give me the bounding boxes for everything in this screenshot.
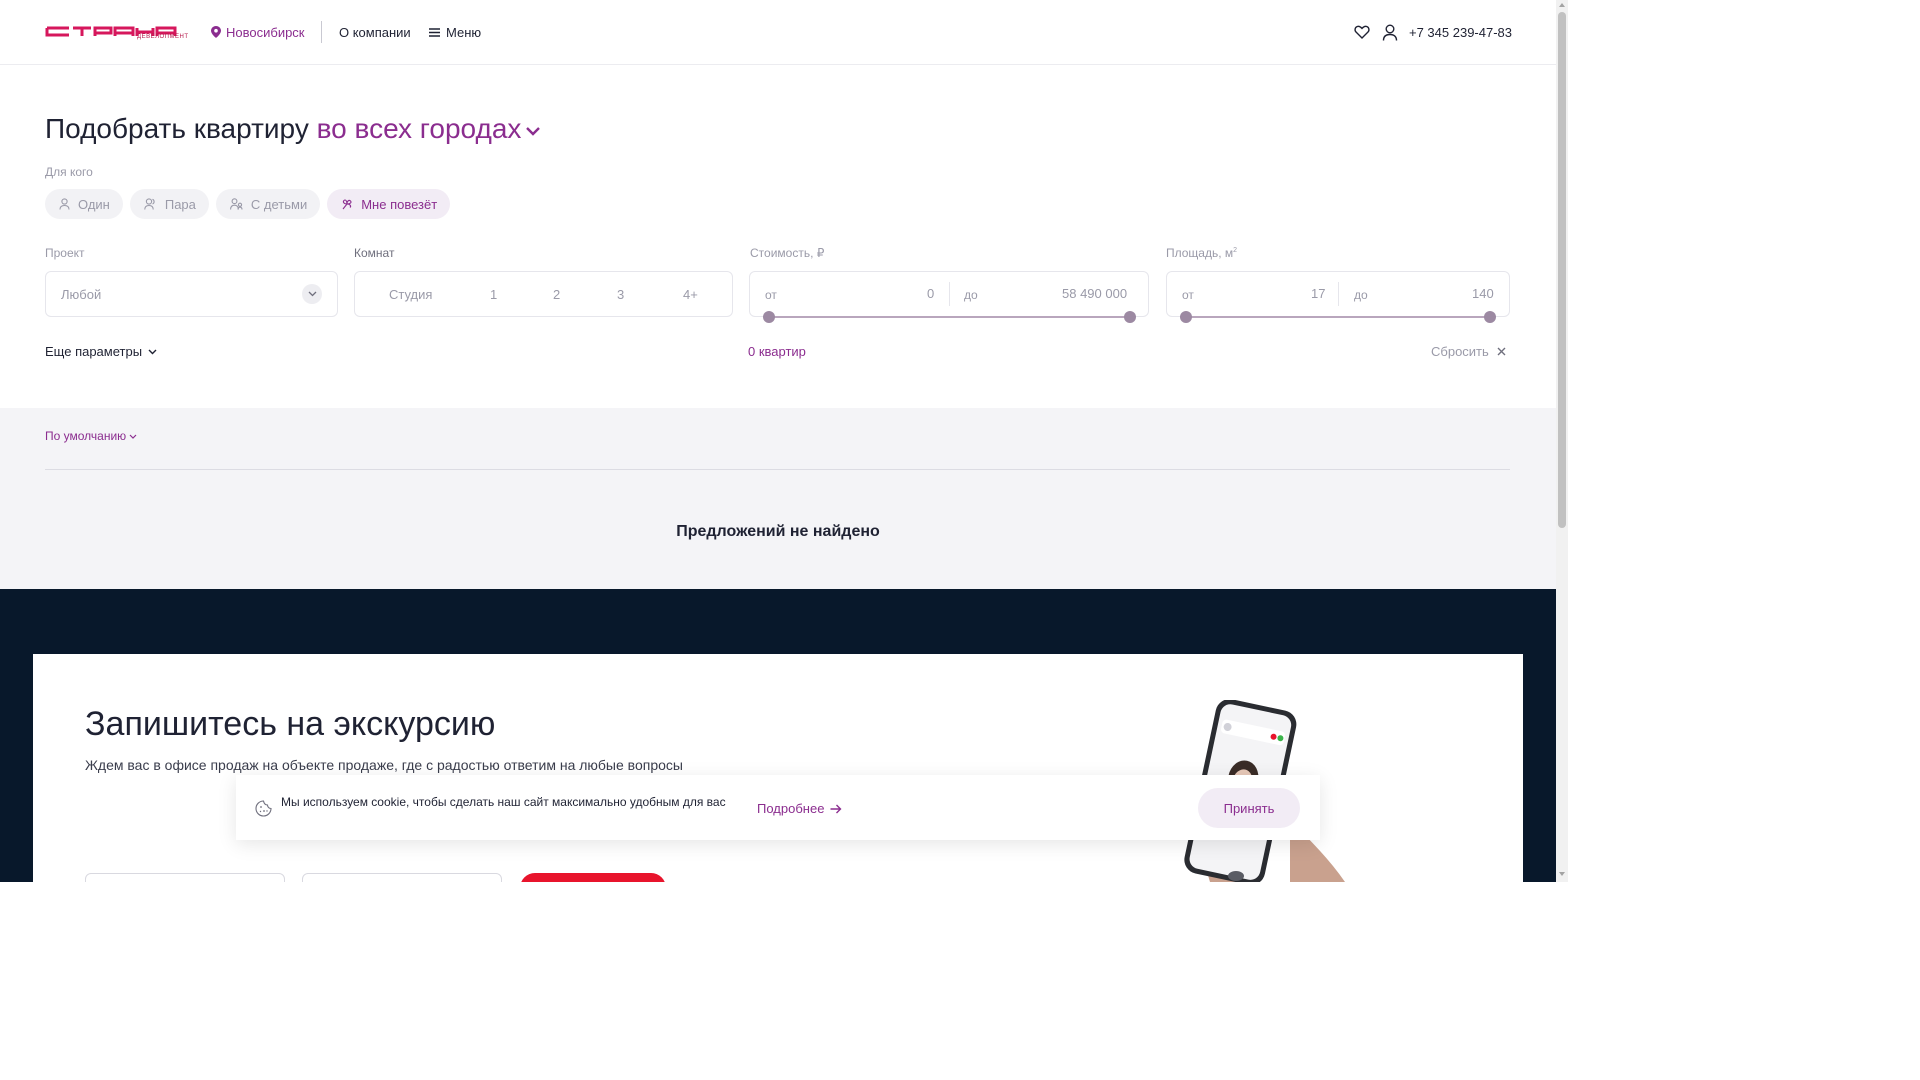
chip-single[interactable]: Один: [45, 189, 123, 219]
form-phone-field[interactable]: [302, 873, 502, 882]
project-select[interactable]: Любой: [45, 271, 338, 317]
family-icon: [229, 198, 243, 210]
area-range: от 17 до 140: [1166, 271, 1510, 317]
price-slider-track[interactable]: [769, 316, 1130, 318]
sort-dropdown[interactable]: По умолчанию: [45, 429, 137, 443]
arrow-right-icon: [830, 804, 842, 813]
scroll-down-arrow-icon[interactable]: [1559, 872, 1565, 876]
price-slider-max-handle[interactable]: [1124, 311, 1136, 323]
rooms-label: Комнат: [354, 246, 395, 260]
price-to-label: до: [964, 288, 978, 302]
room-option-3[interactable]: 3: [617, 287, 624, 302]
clover-icon: [342, 199, 352, 210]
excursion-subtitle: Ждем вас в офисе продаж на объекте прода…: [85, 757, 683, 773]
price-from-label: от: [765, 288, 777, 302]
cookie-icon: [255, 800, 272, 817]
city-label: Новосибирск: [226, 24, 305, 40]
person-icon: [59, 198, 70, 210]
nav-about-link[interactable]: О компании: [339, 25, 411, 40]
cookie-accept-button[interactable]: Принять: [1198, 788, 1300, 828]
menu-label: Меню: [446, 25, 482, 40]
chip-label: Мне повезёт: [361, 196, 438, 212]
form-submit-button[interactable]: [520, 873, 666, 882]
chip-lucky[interactable]: Мне повезёт: [327, 189, 451, 219]
location-pin-icon: [211, 26, 221, 38]
page-title: Подобрать квартиру во всех городах: [45, 113, 541, 145]
empty-results-message: Предложений не найдено: [676, 523, 880, 540]
area-slider-track[interactable]: [1186, 316, 1490, 318]
page-scrollbar[interactable]: [1556, 0, 1568, 882]
couple-icon: [144, 198, 155, 210]
hamburger-icon: [429, 28, 440, 37]
price-from-input[interactable]: 0: [927, 286, 934, 301]
chevron-down-icon: [129, 434, 137, 439]
price-to-input[interactable]: 58 490 000: [1062, 286, 1127, 301]
city-scope-label: во всех городах: [316, 113, 522, 144]
scrollbar-thumb[interactable]: [1558, 12, 1566, 528]
logo[interactable]: [45, 23, 185, 43]
chevron-down-icon: [308, 291, 316, 297]
form-name-field[interactable]: [85, 873, 285, 882]
area-label-text: Площадь, м: [1166, 246, 1234, 260]
price-label: Стоимость, ₽: [750, 246, 825, 260]
rooms-selector: Студия 1 2 3 4+: [354, 271, 733, 317]
area-to-input[interactable]: 140: [1472, 286, 1494, 301]
city-scope-dropdown[interactable]: во всех городах: [317, 113, 542, 144]
results-divider: [45, 469, 1510, 470]
price-slider-min-handle[interactable]: [763, 311, 775, 323]
more-params-toggle[interactable]: Еще параметры: [45, 344, 157, 359]
cookie-more-link[interactable]: Подробнее: [757, 801, 842, 816]
favorites-heart-icon[interactable]: [1354, 24, 1370, 40]
results-count: 0 квартир: [748, 344, 806, 359]
results-section: По умолчанию Предложений не найдено: [0, 408, 1556, 589]
close-icon: [1497, 347, 1506, 356]
header-phone[interactable]: +7 345 239-47-83: [1409, 25, 1512, 40]
logo-subtext: ДЕВЕЛОПМЕНТ: [137, 34, 189, 40]
project-label: Проект: [45, 246, 85, 260]
price-range: от 0 до 58 490 000: [749, 271, 1149, 317]
area-label-sup: 2: [1233, 247, 1238, 254]
area-from-input[interactable]: 17: [1311, 286, 1325, 301]
room-option-4plus[interactable]: 4+: [683, 287, 698, 302]
chip-couple[interactable]: Пара: [129, 189, 209, 219]
room-option-2[interactable]: 2: [553, 287, 560, 302]
chevron-down-icon: [148, 349, 157, 354]
page: ДЕВЕЛОПМЕНТ Новосибирск О компании Меню …: [0, 0, 1556, 882]
user-account-icon[interactable]: [1382, 24, 1398, 41]
area-from-label: от: [1182, 288, 1194, 302]
chip-label: Один: [78, 196, 110, 212]
chip-label: Пара: [164, 196, 196, 212]
title-text: Подобрать квартиру: [45, 113, 309, 144]
cookie-more-label: Подробнее: [757, 801, 825, 816]
reset-label: Сбросить: [1431, 344, 1489, 359]
chevron-down-icon: [526, 126, 541, 136]
project-chevron: [302, 284, 322, 304]
sort-label: По умолчанию: [45, 429, 127, 443]
area-label: Площадь, м2: [1166, 246, 1237, 260]
area-divider: [1338, 282, 1339, 306]
reset-filters-button[interactable]: Сбросить: [1431, 344, 1506, 359]
nav-menu-button[interactable]: Меню: [429, 25, 481, 40]
city-selector[interactable]: Новосибирск: [211, 24, 305, 40]
area-slider-min-handle[interactable]: [1180, 311, 1192, 323]
area-slider-max-handle[interactable]: [1484, 311, 1496, 323]
cookie-text: Мы используем cookie, чтобы сделать наш …: [281, 795, 726, 809]
header-divider: [321, 21, 322, 43]
room-option-1[interactable]: 1: [490, 287, 497, 302]
cookie-banner: Мы используем cookie, чтобы сделать наш …: [236, 775, 1320, 840]
room-option-studio[interactable]: Студия: [389, 287, 432, 302]
scroll-up-arrow-icon[interactable]: [1559, 3, 1565, 7]
project-value: Любой: [61, 287, 102, 302]
more-params-label: Еще параметры: [45, 344, 143, 359]
excursion-title: Запишитесь на экскурсию: [85, 705, 496, 743]
price-divider: [949, 282, 950, 306]
for-whom-label: Для кого: [45, 165, 93, 179]
site-header: ДЕВЕЛОПМЕНТ Новосибирск О компании Меню …: [0, 0, 1556, 65]
area-to-label: до: [1354, 288, 1368, 302]
chip-with-children[interactable]: С детьми: [215, 189, 321, 219]
chip-label: С детьми: [250, 196, 308, 212]
for-whom-chips: Один Пара С детьми Мне повезёт: [45, 189, 451, 219]
